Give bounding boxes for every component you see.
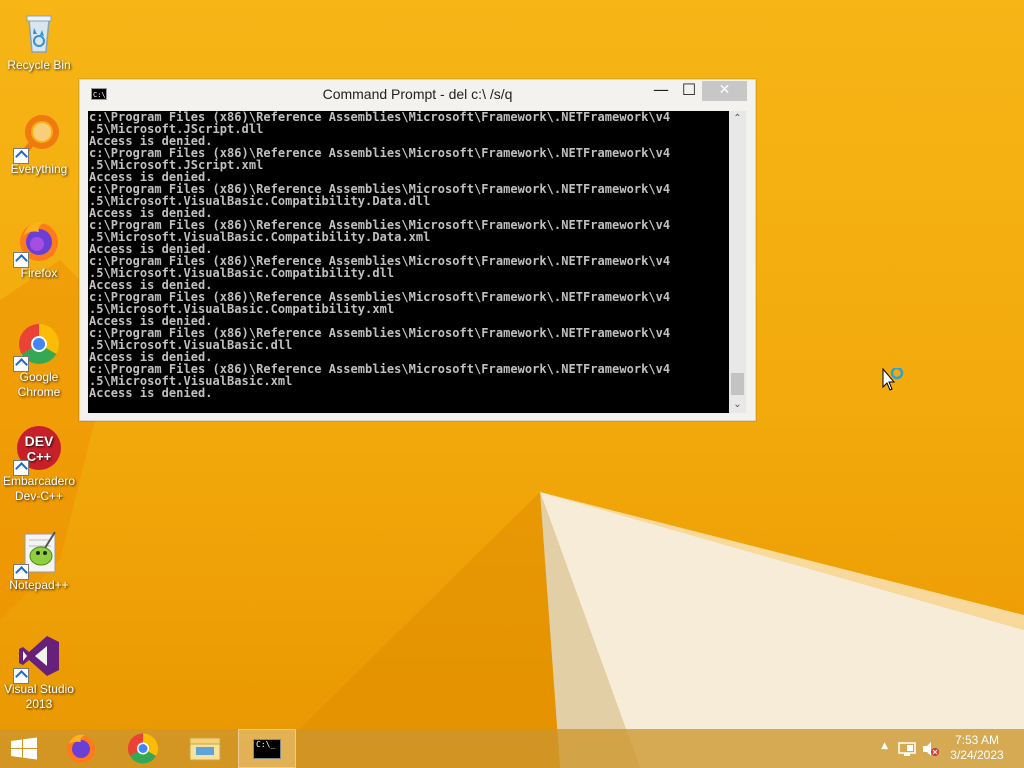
- desktop-icon-label: Firefox: [20, 266, 58, 280]
- scroll-up-arrow-icon[interactable]: ⌃: [729, 111, 746, 127]
- desktop-icon-devcpp[interactable]: DEV C++ Embarcadero Dev-C++: [0, 420, 78, 504]
- console-line: Access is denied.: [89, 386, 213, 400]
- taskbar-clock[interactable]: 7:53 AM 3/24/2023: [947, 733, 1007, 763]
- minimize-button[interactable]: —: [648, 81, 674, 101]
- command-prompt-icon: C:\_: [253, 739, 281, 759]
- maximize-button[interactable]: ☐: [676, 81, 702, 101]
- desktop-icon-google-chrome[interactable]: Google Chrome: [0, 316, 78, 400]
- taskbar-chrome[interactable]: [114, 729, 172, 768]
- volume-muted-icon[interactable]: [921, 740, 939, 758]
- clock-date: 3/24/2023: [950, 748, 1004, 762]
- file-explorer-icon: [189, 737, 221, 761]
- devcpp-icon: DEV C++: [13, 424, 63, 476]
- desktop-icon-label: Visual Studio 2013: [4, 682, 74, 711]
- desktop-icon-label: Notepad++: [9, 578, 69, 592]
- console-output[interactable]: c:\Program Files (x86)\Reference Assembl…: [88, 111, 729, 413]
- desktop-icon-label: Recycle Bin: [7, 58, 71, 72]
- desktop-icon-everything[interactable]: Everything: [0, 108, 78, 177]
- clock-time: 7:53 AM: [954, 733, 1000, 747]
- desktop-icon-label: Everything: [10, 162, 68, 176]
- svg-text:C++: C++: [27, 449, 52, 464]
- desktop-icon-recycle-bin[interactable]: Recycle Bin: [0, 4, 78, 73]
- notepadpp-icon: [13, 528, 63, 580]
- console-text: c:\Program Files (x86)\Reference Assembl…: [88, 111, 729, 399]
- taskbar-command-prompt[interactable]: C:\_: [238, 729, 296, 768]
- desktop: Recycle Bin Everything Firefox Google Ch…: [0, 0, 1024, 768]
- window-titlebar[interactable]: C:\_ Command Prompt - del c:\ /s/q — ☐ ✕: [80, 80, 755, 110]
- chrome-icon: [13, 320, 63, 372]
- recycle-bin-icon: [15, 8, 63, 56]
- command-prompt-window[interactable]: C:\_ Command Prompt - del c:\ /s/q — ☐ ✕…: [79, 79, 756, 421]
- scroll-down-arrow-icon[interactable]: ⌄: [729, 397, 746, 413]
- shortcut-arrow-icon: [13, 460, 29, 476]
- desktop-icon-label: Google Chrome: [17, 370, 61, 399]
- desktop-icon-notepadpp[interactable]: Notepad++: [0, 524, 78, 593]
- svg-text:DEV: DEV: [25, 433, 54, 449]
- busy-cursor-icon: [882, 366, 908, 398]
- scrollbar-thumb[interactable]: [731, 373, 744, 395]
- start-button[interactable]: [0, 729, 48, 768]
- taskbar-file-explorer[interactable]: [176, 729, 234, 768]
- firefox-icon: [67, 734, 95, 763]
- shortcut-arrow-icon: [13, 356, 29, 372]
- desktop-icon-visual-studio[interactable]: Visual Studio 2013: [0, 628, 78, 712]
- firefox-icon: [13, 216, 63, 268]
- shortcut-arrow-icon: [13, 564, 29, 580]
- vertical-scrollbar[interactable]: ⌃ ⌄: [729, 111, 746, 413]
- chrome-icon: [127, 733, 159, 764]
- shortcut-arrow-icon: [13, 252, 29, 268]
- taskbar: C:\_ ▲ 7:53 AM 3/24/2023: [0, 729, 1024, 768]
- start-icon: [11, 737, 37, 760]
- desktop-icon-firefox[interactable]: Firefox: [0, 212, 78, 281]
- network-icon[interactable]: [898, 741, 916, 757]
- desktop-icon-label: Embarcadero Dev-C++: [2, 474, 76, 503]
- everything-search-icon: [13, 112, 63, 164]
- taskbar-firefox[interactable]: [52, 729, 110, 768]
- visual-studio-icon: [13, 632, 63, 684]
- show-hidden-icons-button[interactable]: ▲: [881, 741, 888, 751]
- close-button[interactable]: ✕: [702, 81, 747, 101]
- shortcut-arrow-icon: [13, 148, 29, 164]
- shortcut-arrow-icon: [13, 668, 29, 684]
